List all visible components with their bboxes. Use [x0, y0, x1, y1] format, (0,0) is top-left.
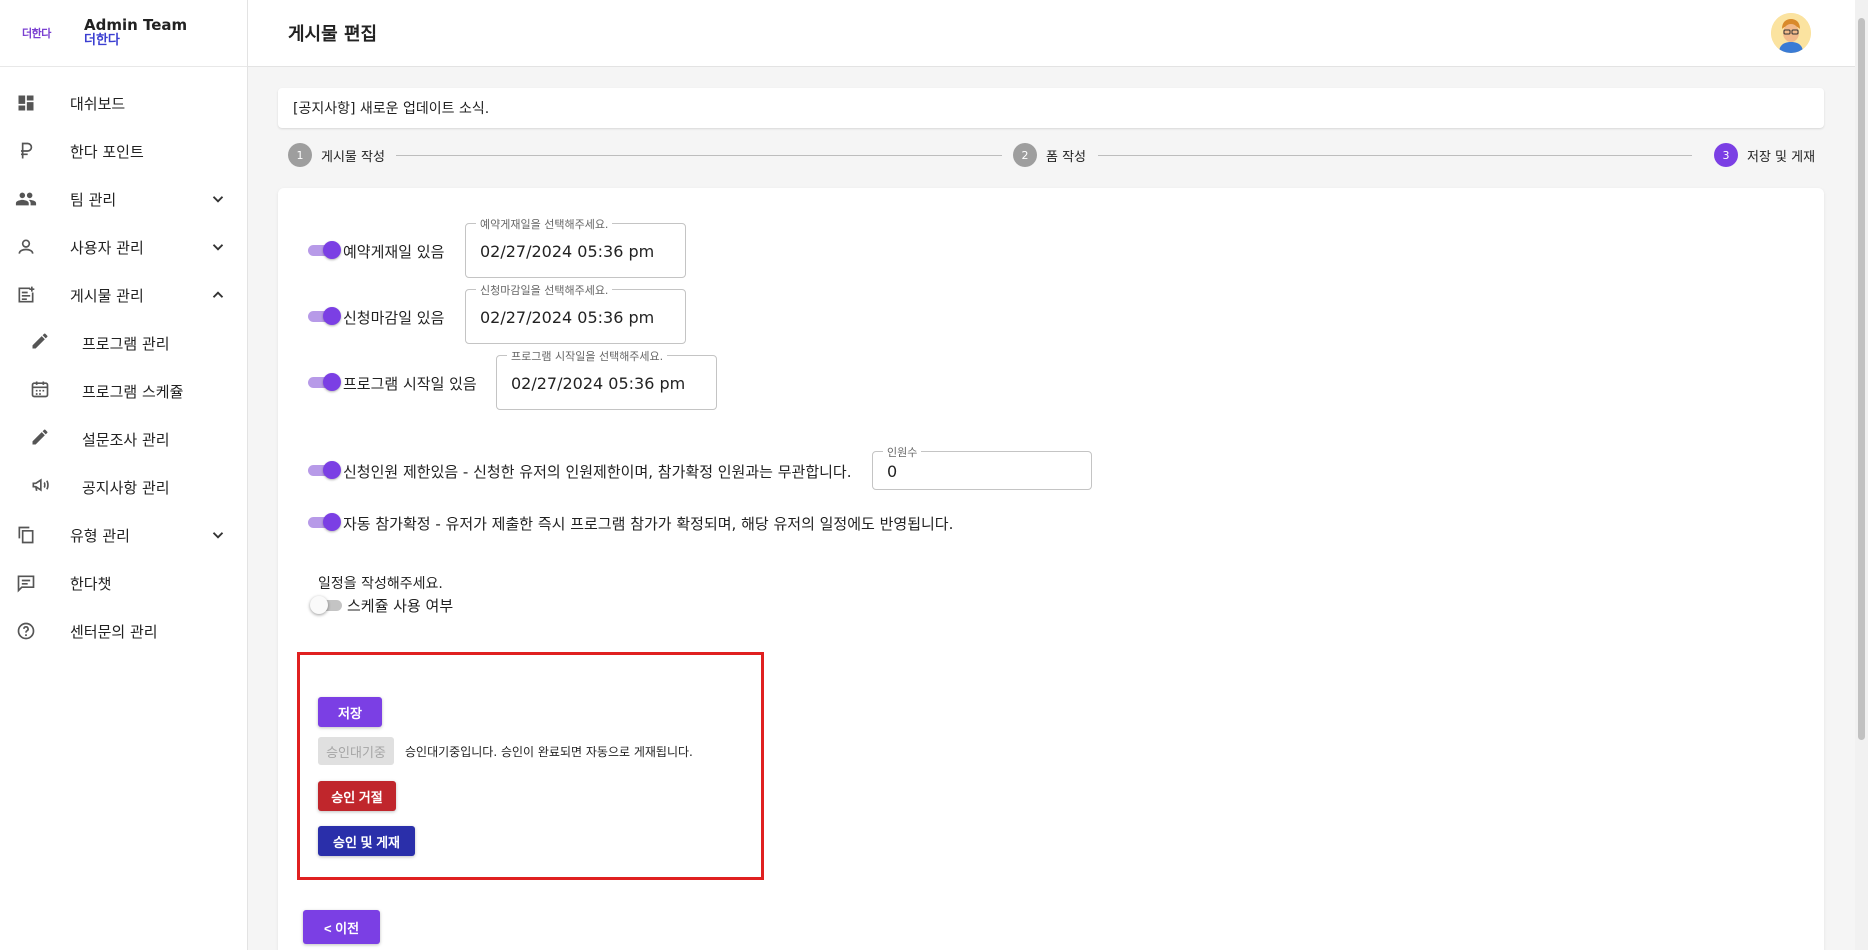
schedule-prompt: 일정을 작성해주세요. — [318, 576, 443, 592]
sidebar-item-users[interactable]: 사용자 관리 — [0, 223, 247, 271]
copy-icon — [14, 523, 38, 547]
chat-icon — [14, 571, 38, 595]
field-value: 02/27/2024 05:36 pm — [511, 374, 686, 393]
sidebar-item-points[interactable]: 한다 포인트 — [0, 127, 247, 175]
chevron-down-icon — [212, 244, 224, 251]
brand[interactable]: 더한다 Admin Team 더한다 — [0, 0, 247, 67]
step-label: 폼 작성 — [1046, 149, 1087, 165]
field-legend: 인원수 — [883, 444, 922, 460]
chevron-down-icon — [212, 532, 224, 539]
megaphone-icon — [30, 475, 50, 499]
auto-confirm-label: 자동 참가확정 - 유저가 제출한 즉시 프로그램 참가가 확정되며, 해당 유… — [343, 515, 954, 533]
step-number: 3 — [1714, 143, 1738, 167]
field-legend: 신청마감일을 선택해주세요. — [476, 282, 613, 298]
sidebar-item-label: 프로그램 관리 — [82, 334, 170, 353]
field-legend: 예약게재일을 선택해주세요. — [476, 216, 613, 232]
step-3: 3 저장 및 게재 — [1714, 143, 1815, 167]
chevron-down-icon — [212, 196, 224, 203]
reserve-toggle[interactable] — [306, 241, 342, 259]
sidebar-item-team[interactable]: 팀 관리 — [0, 175, 247, 223]
pending-button: 승인대기중 — [318, 737, 394, 765]
help-icon — [14, 619, 38, 643]
sidebar-item-label: 대쉬보드 — [70, 94, 126, 113]
topbar: 게시물 편집 — [248, 0, 1868, 67]
limit-toggle[interactable] — [306, 461, 342, 479]
field-value: 02/27/2024 05:36 pm — [480, 242, 655, 261]
pending-message: 승인대기중입니다. 승인이 완료되면 자동으로 게재됩니다. — [405, 745, 693, 759]
save-button[interactable]: 저장 — [318, 697, 382, 727]
pencil-icon — [30, 331, 50, 355]
sidebar-item-posts[interactable]: 게시물 관리 — [0, 271, 247, 319]
sidebar-item-inquiry[interactable]: 센터문의 관리 — [0, 607, 247, 655]
schedule-toggle-label: 스케쥴 사용 여부 — [347, 597, 454, 615]
sidebar-item-types[interactable]: 유형 관리 — [0, 511, 247, 559]
limit-count-field[interactable]: 인원수 0 — [872, 444, 1092, 490]
step-label: 저장 및 게재 — [1747, 149, 1816, 165]
start-toggle[interactable] — [306, 373, 342, 391]
brand-subtitle: 더한다 — [84, 33, 120, 48]
scrollbar[interactable] — [1855, 0, 1868, 950]
start-date-field[interactable]: 프로그램 시작일을 선택해주세요. 02/27/2024 05:36 pm — [496, 348, 717, 410]
approve-publish-button[interactable]: 승인 및 게재 — [318, 826, 415, 856]
step-1: 1 게시물 작성 — [288, 143, 385, 167]
post-title-bar: [공지사항] 새로운 업데이트 소식. — [278, 88, 1824, 128]
step-label: 게시물 작성 — [321, 149, 385, 165]
scrollbar-thumb[interactable] — [1858, 18, 1865, 740]
deadline-label: 신청마감일 있음 — [343, 309, 445, 327]
chevron-up-icon — [212, 291, 224, 298]
sidebar-item-dashboard[interactable]: 대쉬보드 — [0, 79, 247, 127]
sidebar-item-label: 팀 관리 — [70, 190, 117, 209]
step-2: 2 폼 작성 — [1013, 143, 1086, 167]
sidebar-item-survey[interactable]: 설문조사 관리 — [0, 415, 247, 463]
person-icon — [14, 235, 38, 259]
sidebar-item-label: 게시물 관리 — [70, 286, 144, 305]
sidebar-item-label: 프로그램 스케쥴 — [82, 382, 184, 401]
reject-button[interactable]: 승인 거절 — [318, 781, 396, 811]
sidebar-item-program[interactable]: 프로그램 관리 — [0, 319, 247, 367]
field-value: 0 — [887, 462, 898, 481]
dashboard-icon — [14, 91, 38, 115]
people-icon — [14, 187, 38, 211]
sidebar-item-notice[interactable]: 공지사항 관리 — [0, 463, 247, 511]
schedule-toggle[interactable] — [310, 596, 346, 614]
sidebar-item-schedule[interactable]: 프로그램 스케쥴 — [0, 367, 247, 415]
deadline-toggle[interactable] — [306, 307, 342, 325]
sidebar-item-label: 한다 포인트 — [70, 142, 144, 161]
avatar[interactable] — [1771, 13, 1811, 53]
start-label: 프로그램 시작일 있음 — [343, 375, 477, 393]
sidebar-item-label: 센터문의 관리 — [70, 622, 158, 641]
stepper: 1 게시물 작성 2 폼 작성 3 저장 및 게재 — [288, 143, 1818, 167]
brand-logo: 더한다 — [22, 27, 51, 40]
post-add-icon — [14, 283, 38, 307]
sidebar-item-label: 사용자 관리 — [70, 238, 144, 257]
prev-button[interactable]: < 이전 — [303, 910, 380, 944]
reserve-date-field[interactable]: 예약게재일을 선택해주세요. 02/27/2024 05:36 pm — [465, 216, 686, 278]
brand-title: Admin Team — [84, 16, 188, 34]
sidebar-item-chat[interactable]: 한다챗 — [0, 559, 247, 607]
sidebar-item-label: 공지사항 관리 — [82, 478, 170, 497]
sidebar-item-label: 설문조사 관리 — [82, 430, 170, 449]
step-connector — [396, 155, 1002, 156]
step-number: 2 — [1013, 143, 1037, 167]
deadline-date-field[interactable]: 신청마감일을 선택해주세요. 02/27/2024 05:36 pm — [465, 282, 686, 344]
limit-label: 신청인원 제한있음 - 신청한 유저의 인원제한이며, 참가확정 인원과는 무관… — [343, 463, 852, 481]
calendar-icon — [30, 379, 50, 403]
ruble-icon — [14, 139, 38, 163]
sidebar-item-label: 한다챗 — [70, 574, 112, 593]
auto-confirm-toggle[interactable] — [306, 513, 342, 531]
step-connector — [1098, 155, 1692, 156]
reserve-label: 예약게재일 있음 — [343, 243, 445, 261]
page-title: 게시물 편집 — [288, 24, 378, 45]
pencil-icon — [30, 427, 50, 451]
field-value: 02/27/2024 05:36 pm — [480, 308, 655, 327]
sidebar: 더한다 Admin Team 더한다 대쉬보드 한다 포인트 팀 관리 사용자 … — [0, 0, 248, 950]
field-legend: 프로그램 시작일을 선택해주세요. — [507, 348, 668, 364]
step-number: 1 — [288, 143, 312, 167]
sidebar-item-label: 유형 관리 — [70, 526, 130, 545]
